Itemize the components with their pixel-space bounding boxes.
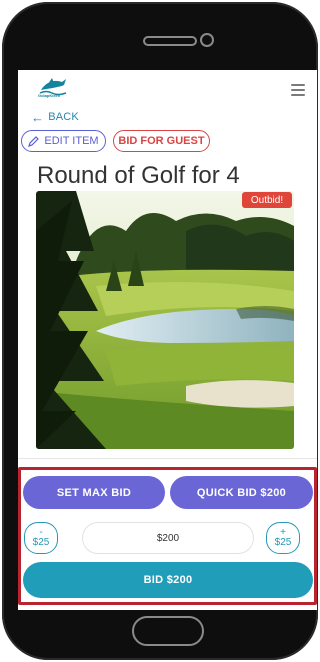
pencil-icon xyxy=(28,135,40,147)
hamburger-icon[interactable] xyxy=(291,84,305,96)
app-header: GolapKleen xyxy=(18,70,317,110)
back-label: BACK xyxy=(48,111,79,123)
back-link[interactable]: ← BACK xyxy=(31,109,79,125)
logo-text: GolapKleen xyxy=(38,93,61,98)
speaker-grille xyxy=(143,36,197,46)
app-screen: GolapKleen ← BACK EDIT ITEM BID FOR GUES… xyxy=(18,70,317,610)
item-photo[interactable] xyxy=(36,191,294,449)
phone-frame: GolapKleen ← BACK EDIT ITEM BID FOR GUES… xyxy=(2,2,318,660)
golf-course-image xyxy=(36,191,294,449)
app-logo[interactable] xyxy=(38,76,68,102)
bid-for-guest-label: BID FOR GUEST xyxy=(118,135,205,147)
outbid-badge: Outbid! xyxy=(242,192,292,208)
divider xyxy=(18,458,317,459)
increment-amount: $25 xyxy=(274,537,292,548)
home-button[interactable] xyxy=(132,616,204,646)
bid-for-guest-button[interactable]: BID FOR GUEST xyxy=(113,130,210,152)
quick-bid-button[interactable]: QUICK BID $200 xyxy=(170,476,313,509)
edit-item-label: EDIT ITEM xyxy=(44,135,99,147)
submit-bid-button[interactable]: BID $200 xyxy=(23,562,313,598)
edit-item-button[interactable]: EDIT ITEM xyxy=(21,130,106,152)
item-title: Round of Golf for 4 xyxy=(37,162,240,189)
increment-bid-button[interactable]: + $25 xyxy=(266,522,300,554)
set-max-bid-button[interactable]: SET MAX BID xyxy=(23,476,165,509)
bid-panel: SET MAX BID QUICK BID $200 - $25 + $25 B… xyxy=(18,467,317,605)
front-camera xyxy=(200,33,214,47)
bid-amount-input[interactable] xyxy=(82,522,254,554)
decrement-bid-button[interactable]: - $25 xyxy=(24,522,58,554)
arrow-left-icon: ← xyxy=(31,109,45,125)
decrement-amount: $25 xyxy=(32,537,50,548)
